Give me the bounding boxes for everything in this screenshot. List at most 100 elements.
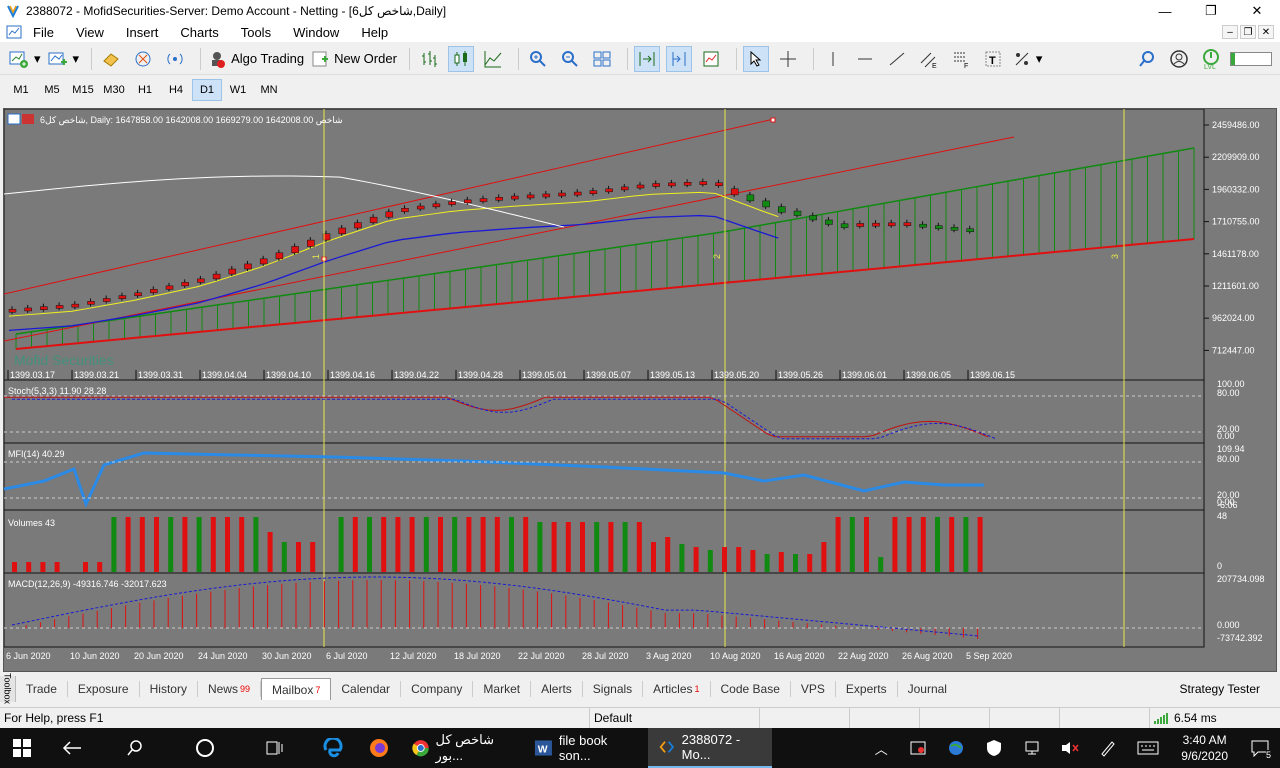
tab-mailbox[interactable]: Mailbox 7 xyxy=(260,678,332,700)
chart-window[interactable]: 2459486.00 2209909.00 1960332.00 1710755.00… xyxy=(3,108,1277,672)
search-button[interactable] xyxy=(100,728,170,768)
tab-code-base[interactable]: Code Base xyxy=(711,681,791,697)
candle-body xyxy=(872,222,880,227)
tab-signals[interactable]: Signals xyxy=(583,681,644,697)
horizontal-line-icon[interactable] xyxy=(852,46,878,72)
market-watch-icon[interactable] xyxy=(98,46,124,72)
zoom-out-icon[interactable] xyxy=(557,46,583,72)
algo-trading-button[interactable]: Algo Trading xyxy=(207,46,304,72)
tab-vps[interactable]: VPS xyxy=(791,681,836,697)
timeframe-m5[interactable]: M5 xyxy=(37,79,67,101)
close-button[interactable]: ✕ xyxy=(1234,0,1280,22)
tray-keyboard-icon[interactable] xyxy=(1127,728,1169,768)
tab-journal[interactable]: Journal xyxy=(898,681,957,697)
menu-insert[interactable]: Insert xyxy=(115,25,170,40)
timeframe-h1[interactable]: H1 xyxy=(130,79,160,101)
back-button[interactable] xyxy=(44,728,100,768)
equidistant-channel-icon[interactable]: E xyxy=(916,46,942,72)
mdi-minimize-button[interactable]: – xyxy=(1222,25,1238,39)
taskbar-metatrader[interactable]: 2388072 - Mo... xyxy=(648,728,772,768)
text-tool-icon[interactable]: T xyxy=(980,46,1006,72)
chart-shift-icon[interactable] xyxy=(665,45,692,72)
tile-windows-icon[interactable] xyxy=(589,46,615,72)
articles-badge: 1 xyxy=(694,684,700,694)
menu-file[interactable]: File xyxy=(22,25,65,40)
tab-history[interactable]: History xyxy=(140,681,198,697)
date-axis-label: 1399.03.31 xyxy=(138,370,183,380)
timeframe-d1[interactable]: D1 xyxy=(192,79,222,101)
start-button[interactable] xyxy=(0,728,44,768)
menu-view[interactable]: View xyxy=(65,25,115,40)
search-icon[interactable] xyxy=(1134,46,1160,72)
menu-charts[interactable]: Charts xyxy=(169,25,229,40)
tab-articles[interactable]: Articles 1 xyxy=(643,681,711,697)
task-view-button[interactable] xyxy=(240,728,310,768)
tray-globe-icon[interactable] xyxy=(937,728,975,768)
mdi-restore-button[interactable]: ❐ xyxy=(1240,25,1256,39)
tab-exposure[interactable]: Exposure xyxy=(68,681,140,697)
bar-chart-icon[interactable] xyxy=(416,46,442,72)
toolbox-handle[interactable]: Toolbox xyxy=(0,673,16,705)
arrows-shapes-icon[interactable]: ▾ xyxy=(1012,46,1042,72)
profiles-icon[interactable]: ▾ xyxy=(47,46,79,72)
trend-line-icon[interactable] xyxy=(884,46,910,72)
taskbar-chrome[interactable]: شاخص کل بور... xyxy=(402,728,524,768)
timeframe-w1[interactable]: W1 xyxy=(223,79,253,101)
menu-tools[interactable]: Tools xyxy=(230,25,282,40)
status-bar: For Help, press F1 Default 6.54 ms xyxy=(0,707,1280,729)
cursor-icon[interactable] xyxy=(742,45,769,72)
chart-canvas[interactable]: 2459486.00 2209909.00 1960332.00 1710755.00… xyxy=(3,108,1276,671)
line-chart-icon[interactable] xyxy=(480,46,506,72)
navigator-icon[interactable] xyxy=(130,46,156,72)
tray-pen-icon[interactable] xyxy=(1089,728,1127,768)
timeframe-h4[interactable]: H4 xyxy=(161,79,191,101)
timeframe-m1[interactable]: M1 xyxy=(6,79,36,101)
fibonacci-icon[interactable]: F xyxy=(948,46,974,72)
tab-alerts[interactable]: Alerts xyxy=(531,681,583,697)
tray-clock[interactable]: 3:40 AM 9/6/2020 xyxy=(1169,732,1240,764)
vertical-line-icon[interactable] xyxy=(820,46,846,72)
stoch-label: Stoch(5,3,3) 11.90 28.28 xyxy=(8,386,106,396)
action-center-button[interactable]: 5 xyxy=(1240,728,1280,768)
tray-network-icon[interactable] xyxy=(1013,728,1051,768)
tray-shield-icon[interactable] xyxy=(975,728,1013,768)
menu-window[interactable]: Window xyxy=(282,25,350,40)
new-chart-icon[interactable]: ▾ xyxy=(8,46,41,72)
mdi-close-button[interactable]: ✕ xyxy=(1258,25,1274,39)
cortana-button[interactable] xyxy=(170,728,240,768)
tray-volume-muted-icon[interactable] xyxy=(1051,728,1089,768)
tray-chevron-icon[interactable]: ︿ xyxy=(863,728,899,768)
tray-app-icon[interactable] xyxy=(899,728,937,768)
candlestick-icon[interactable] xyxy=(447,45,474,72)
menu-help[interactable]: Help xyxy=(350,25,399,40)
minimize-button[interactable]: — xyxy=(1142,0,1188,22)
templates-icon[interactable] xyxy=(698,46,724,72)
lvl-signal-icon[interactable]: LVL xyxy=(1198,46,1224,72)
taskbar-edge[interactable] xyxy=(310,728,356,768)
candle-body xyxy=(244,263,252,270)
auto-scroll-icon[interactable] xyxy=(633,45,660,72)
tab-trade[interactable]: Trade xyxy=(16,681,68,697)
new-order-button[interactable]: New Order xyxy=(310,46,397,72)
timeframe-mn[interactable]: MN xyxy=(254,79,284,101)
taskbar-firefox[interactable] xyxy=(356,728,402,768)
status-connection[interactable]: 6.54 ms xyxy=(1150,708,1280,729)
signal-icon[interactable] xyxy=(162,46,188,72)
crosshair-icon[interactable] xyxy=(775,46,801,72)
timeframe-m30[interactable]: M30 xyxy=(99,79,129,101)
timeframe-m15[interactable]: M15 xyxy=(68,79,98,101)
tab-company[interactable]: Company xyxy=(401,681,474,697)
volume-bar xyxy=(722,547,727,572)
candle-body xyxy=(730,188,739,196)
tab-news[interactable]: News 99 xyxy=(198,681,261,697)
tab-market[interactable]: Market xyxy=(473,681,532,697)
taskbar-word[interactable]: Wfile book son... xyxy=(524,728,648,768)
maximize-button[interactable]: ❐ xyxy=(1188,0,1234,22)
account-icon[interactable] xyxy=(1166,46,1192,72)
tab-experts[interactable]: Experts xyxy=(836,681,898,697)
volume-bar xyxy=(12,562,17,572)
volume-bar xyxy=(821,542,827,572)
tab-calendar[interactable]: Calendar xyxy=(331,681,402,697)
strategy-tester-button[interactable]: Strategy Tester xyxy=(1180,682,1280,696)
zoom-in-icon[interactable] xyxy=(525,46,551,72)
